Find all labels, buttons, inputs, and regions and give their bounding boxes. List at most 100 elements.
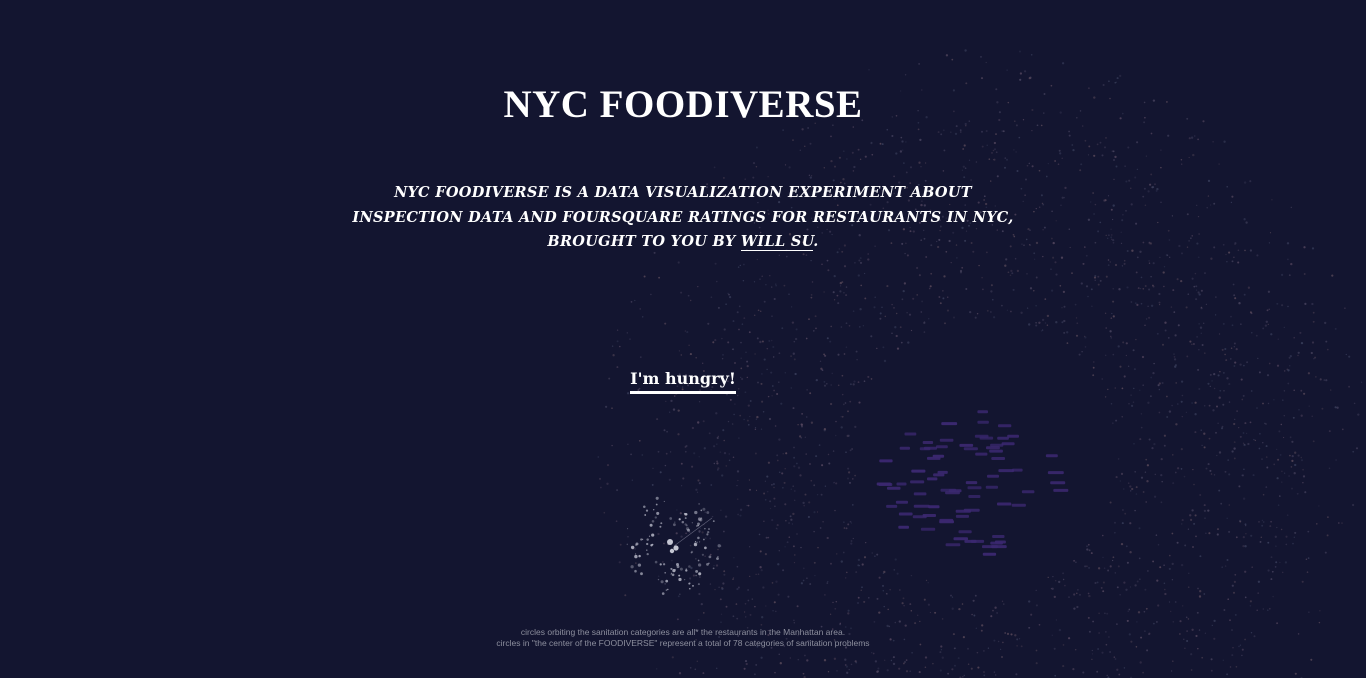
restaurant-dot: [1229, 619, 1231, 622]
restaurant-dot: [1201, 344, 1204, 346]
restaurant-dot: [803, 504, 805, 507]
restaurant-dot: [1325, 340, 1328, 343]
restaurant-dot: [1062, 290, 1066, 294]
restaurant-dot: [1221, 425, 1224, 428]
restaurant-dot: [1068, 134, 1071, 137]
restaurant-dot: [1291, 487, 1293, 490]
restaurant-dot: [1261, 458, 1263, 460]
restaurant-dot: [851, 151, 854, 154]
restaurant-dot: [810, 421, 814, 424]
restaurant-dot: [1249, 249, 1253, 252]
restaurant-dot: [736, 498, 739, 500]
restaurant-dot: [879, 312, 882, 315]
restaurant-dot: [1160, 457, 1163, 461]
restaurant-dot: [1298, 408, 1300, 411]
restaurant-dot: [812, 330, 815, 332]
restaurant-dot: [800, 582, 804, 585]
restaurant-dot: [857, 596, 860, 599]
restaurant-dot: [751, 598, 754, 600]
restaurant-dot: [787, 595, 790, 598]
restaurant-dot: [1136, 256, 1139, 259]
orbit-dot: [674, 521, 676, 523]
restaurant-dot: [1176, 541, 1179, 544]
restaurant-dot: [860, 589, 862, 591]
restaurant-dot: [1004, 264, 1007, 267]
restaurant-dot: [1308, 405, 1310, 407]
sanitation-category-label: [991, 545, 1007, 549]
orbit-dot: [646, 552, 649, 556]
restaurant-dot: [1107, 195, 1110, 197]
restaurant-dot: [974, 594, 977, 597]
restaurant-dot: [855, 350, 858, 353]
restaurant-dot: [1074, 303, 1077, 306]
restaurant-dot: [1119, 365, 1122, 368]
sanitation-category-label: [997, 436, 1009, 440]
restaurant-dot: [1341, 428, 1344, 431]
restaurant-dot: [1155, 534, 1158, 536]
restaurant-dot: [852, 537, 854, 540]
restaurant-dot: [1190, 518, 1193, 521]
restaurant-dot: [995, 151, 998, 154]
restaurant-dot: [1226, 186, 1228, 188]
sanitation-category-label: [910, 480, 925, 484]
author-link[interactable]: WILL SU: [740, 233, 814, 251]
restaurant-dot: [1042, 255, 1044, 258]
restaurant-dot: [1224, 347, 1227, 351]
restaurant-dot: [671, 559, 673, 562]
restaurant-dot: [961, 266, 964, 269]
restaurant-dot: [1136, 141, 1139, 144]
restaurant-dot: [834, 607, 837, 610]
restaurant-dot: [871, 652, 873, 654]
restaurant-dot: [1211, 624, 1213, 627]
restaurant-dot: [1181, 163, 1183, 165]
restaurant-dot: [738, 437, 740, 439]
restaurant-dot: [1152, 186, 1155, 189]
restaurant-dot: [1103, 146, 1107, 149]
restaurant-dot: [763, 492, 766, 495]
restaurant-dot: [1227, 598, 1230, 601]
restaurant-dot: [720, 613, 723, 615]
restaurant-dot: [1262, 402, 1264, 405]
restaurant-dot: [942, 290, 944, 292]
restaurant-dot: [892, 656, 895, 659]
restaurant-dot: [1301, 580, 1304, 583]
restaurant-dot: [709, 537, 712, 540]
restaurant-dot: [1262, 327, 1265, 330]
restaurant-dot: [805, 337, 808, 340]
restaurant-dot: [1274, 535, 1277, 538]
restaurant-dot: [1069, 246, 1071, 249]
restaurant-dot: [1265, 445, 1268, 448]
orbit-dot: [684, 513, 688, 516]
restaurant-dot: [1083, 335, 1086, 338]
restaurant-dot: [716, 460, 718, 463]
restaurant-dot: [927, 603, 931, 606]
restaurant-dot: [1226, 517, 1228, 520]
restaurant-dot: [1194, 431, 1197, 434]
orbit-dot: [698, 503, 700, 505]
restaurant-dot: [788, 522, 791, 525]
restaurant-dot: [786, 541, 789, 544]
restaurant-dot: [992, 149, 995, 152]
restaurant-dot: [746, 504, 748, 507]
im-hungry-button[interactable]: I'm hungry!: [630, 369, 736, 394]
restaurant-dot: [1093, 276, 1097, 279]
restaurant-dot: [790, 518, 793, 521]
restaurant-dot: [772, 483, 775, 486]
restaurant-dot: [695, 356, 697, 359]
restaurant-dot: [755, 146, 758, 149]
restaurant-dot: [1218, 451, 1222, 454]
orbit-dot: [637, 563, 642, 567]
restaurant-dot: [804, 493, 807, 496]
restaurant-dot: [720, 509, 722, 511]
restaurant-dot: [813, 484, 816, 487]
restaurant-dot: [1130, 301, 1133, 303]
restaurant-dot: [1290, 262, 1293, 266]
restaurant-dot: [1210, 658, 1213, 661]
restaurant-dot: [1217, 422, 1219, 424]
restaurant-dot: [1012, 288, 1015, 291]
restaurant-dot: [1042, 229, 1044, 231]
restaurant-dot: [1050, 587, 1053, 590]
restaurant-dot: [702, 362, 704, 364]
restaurant-dot: [1158, 303, 1161, 306]
restaurant-dot: [1180, 448, 1183, 451]
